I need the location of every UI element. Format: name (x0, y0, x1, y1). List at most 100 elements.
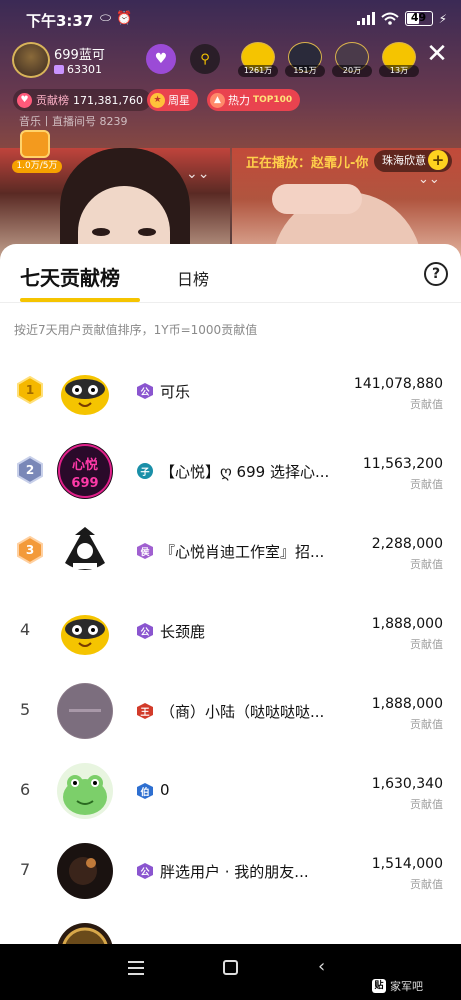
avatar[interactable] (57, 683, 113, 739)
ranking-row[interactable]: 1 公 可乐 141,078,880 贡献值 (0, 354, 461, 434)
follow-button[interactable]: ♥ (146, 44, 176, 74)
ranking-row[interactable]: 3 侯 『心悦肖迪工作室』招... 2,288,000 贡献值 (0, 514, 461, 594)
watermark-text: 家军吧 (390, 980, 423, 993)
contribution-score: 1,514,000 (371, 856, 443, 872)
rank-number: 6 (20, 780, 31, 799)
noble-badge-icon: 公 (136, 382, 154, 400)
wifi-icon (380, 12, 399, 25)
rank-medal-silver: 2 (16, 456, 44, 484)
noble-badge-icon: 侯 (136, 542, 154, 560)
contribution-score: 11,563,200 (362, 456, 443, 472)
avatar[interactable] (57, 363, 113, 419)
rank-number: 3 (25, 543, 35, 557)
treasure-icon (20, 130, 50, 158)
hot-pill[interactable]: ▲ 热力 TOP100 (207, 89, 301, 111)
avatar[interactable] (57, 923, 113, 944)
chevron-down-icon[interactable]: ⌄⌄ (418, 172, 440, 187)
user-name: （商）小陆（哒哒哒哒... (160, 703, 325, 721)
hot-top-label: TOP100 (253, 95, 293, 105)
chevron-down-icon[interactable]: ⌄⌄ (186, 166, 209, 182)
rank-medal-bronze: 3 (16, 536, 44, 564)
ranking-row[interactable]: 6 伯 0 1,630,340 贡献值 (0, 754, 461, 834)
rank-number: 4 (20, 620, 31, 639)
avatar[interactable] (57, 763, 113, 819)
score-unit: 贡献值 (410, 798, 443, 811)
contribution-score: 141,078,880 (353, 376, 443, 392)
rank-number: 1 (25, 383, 35, 397)
ranking-row[interactable]: 2 心悦 699 子 【心悦】ღ 699 选择心... 11,563,200 贡献… (0, 434, 461, 514)
weekly-star-label: 周星 (168, 94, 190, 107)
contribution-score: 2,288,000 (371, 536, 443, 552)
svg-text:699: 699 (71, 476, 98, 491)
hot-label: 热力 (228, 94, 250, 107)
plus-icon[interactable]: + (428, 150, 448, 170)
noble-badge-label: 公 (140, 627, 150, 638)
score-unit: 贡献值 (410, 558, 443, 571)
watermark: 贴 家军吧 (372, 978, 423, 994)
follow-icon: ♥ (154, 51, 168, 67)
alarm-icon: ⏰ (116, 11, 133, 26)
noble-badge-icon: 公 (136, 862, 154, 880)
status-time: 下午3:37 (26, 12, 94, 30)
noble-badge-label: 伯 (140, 787, 150, 798)
anchor-name: 699蓝可 (54, 48, 105, 63)
noble-badge-label: 侯 (140, 547, 150, 558)
tieba-logo-icon: 贴 (372, 979, 386, 993)
system-nav-bar: ‹ 贴 家军吧 (0, 944, 461, 1000)
tab-divider (0, 302, 461, 303)
top-viewer-2[interactable]: 151万 (285, 42, 325, 77)
fans-badge-icon (54, 65, 64, 74)
avatar[interactable]: 心悦 699 (57, 443, 113, 499)
fans-club-button[interactable]: ⚲ (190, 44, 220, 74)
noble-badge-label: 公 (140, 387, 150, 398)
ranking-row[interactable]: 4 公 长颈鹿 1,888,000 贡献值 (0, 594, 461, 674)
tab-seven-day[interactable]: 七天贡献榜 (20, 262, 120, 291)
viewer-count: 20万 (332, 65, 372, 77)
contribution-score: 1,630,340 (371, 776, 443, 792)
top-viewer-1[interactable]: 1261万 (238, 42, 278, 77)
help-icon[interactable]: ? (424, 262, 448, 286)
user-name: 长颈鹿 (160, 623, 206, 641)
avatar[interactable] (57, 843, 113, 899)
fans-club-icon: ⚲ (200, 51, 210, 67)
viewer-count: 13万 (379, 65, 419, 77)
home-icon[interactable] (223, 960, 238, 975)
top-viewer-3[interactable]: 20万 (332, 42, 372, 77)
rank-number: 5 (20, 700, 31, 719)
noble-badge-icon: 子 (136, 462, 154, 480)
noble-badge-label: 王 (140, 707, 150, 718)
noble-badge-label: 子 (140, 467, 150, 478)
contribution-value: 171,381,760 (73, 93, 143, 107)
signal-icon (356, 12, 375, 25)
ranking-row[interactable]: 7 公 胖选用户 · 我的朋友... 1,514,000 贡献值 (0, 834, 461, 914)
avatar[interactable] (57, 603, 113, 659)
contribution-score: 1,888,000 (371, 696, 443, 712)
weekly-star-pill[interactable]: ★ 周星 (147, 89, 198, 111)
noble-badge-icon: 王 (136, 702, 154, 720)
user-name: 可乐 (160, 383, 191, 401)
user-name: 0 (160, 781, 170, 799)
ranking-row[interactable]: 5 王 （商）小陆（哒哒哒哒... 1,888,000 贡献值 (0, 674, 461, 754)
now-playing: 正在播放：赵霏儿-你 (246, 156, 369, 171)
room-meta: 音乐丨直播间号 8239 (19, 115, 128, 128)
tab-daily[interactable]: 日榜 (177, 266, 209, 290)
rank-medal-gold: 1 (16, 376, 44, 404)
user-name: 【心悦】ღ 699 选择心... (160, 463, 330, 481)
menu-icon[interactable] (128, 961, 144, 975)
treasure-chest[interactable]: 1.0万/5万 (12, 130, 62, 173)
anchor-avatar[interactable] (12, 42, 50, 78)
contribution-sheet: 七天贡献榜 日榜 ? 按近7天用户贡献值排序，1Y币=1000贡献值 1 公 可… (0, 244, 461, 944)
contribution-pill[interactable]: ♥ 贡献榜 171,381,760 (13, 89, 151, 111)
viewer-count: 1261万 (238, 65, 278, 77)
contribution-label: 贡献榜 (36, 94, 69, 107)
avatar[interactable] (57, 523, 113, 579)
anchor-fans: 63301 (54, 63, 102, 76)
close-icon[interactable]: ✕ (425, 41, 449, 67)
top-viewer-4[interactable]: 13万 (379, 42, 419, 77)
contribution-score: 1,888,000 (371, 616, 443, 632)
score-unit: 贡献值 (410, 398, 443, 411)
back-icon[interactable]: ‹ (318, 956, 325, 977)
noble-badge-icon: 伯 (136, 782, 154, 800)
ranking-row[interactable] (0, 914, 461, 944)
svg-text:心悦: 心悦 (72, 457, 98, 473)
